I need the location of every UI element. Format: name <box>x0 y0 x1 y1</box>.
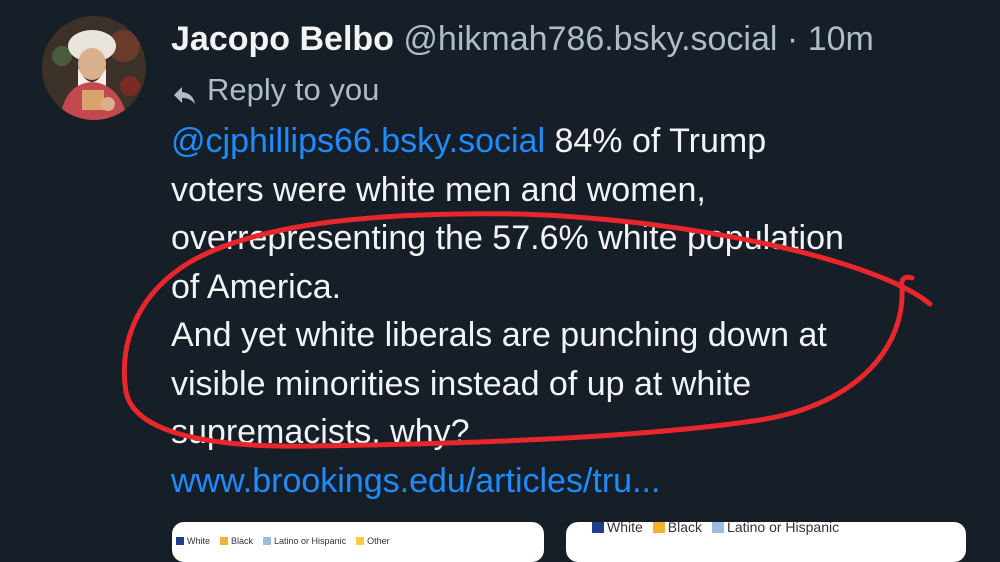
legend-swatch <box>592 522 604 533</box>
post-timestamp[interactable]: 10m <box>808 20 874 58</box>
avatar-portrait <box>42 16 146 120</box>
reply-arrow-icon <box>171 78 199 104</box>
reply-label: Reply to you <box>207 72 380 107</box>
post[interactable]: Jacopo Belbo @hikmah786.bsky.social · 10… <box>0 0 1000 562</box>
legend-label: Black <box>231 536 254 546</box>
legend-label: Latino or Hispanic <box>727 522 840 535</box>
mention-link[interactable]: @cjphillips66.bsky.social <box>171 122 545 160</box>
post-text-line-3: overrepresenting the 57.6% white populat… <box>171 219 844 257</box>
legend-label: Black <box>667 522 703 535</box>
legend-swatch <box>652 522 665 533</box>
embed-image-right[interactable]: White Black Latino or Hispanic <box>566 522 966 562</box>
legend-swatch <box>220 537 229 545</box>
post-text-line-6: visible minorities instead of up at whit… <box>171 364 752 403</box>
author-name[interactable]: Jacopo Belbo <box>171 20 394 58</box>
post-text-line-1: @cjphillips66.bsky.social 84% of Trump <box>171 117 971 166</box>
legend-swatch <box>176 537 184 545</box>
author-handle[interactable]: @hikmah786.bsky.social <box>403 20 777 58</box>
legend-label: White <box>187 536 211 546</box>
post-text-line-4: of America. <box>171 267 342 306</box>
post-text-line-2: voters were white men and women, <box>171 170 706 209</box>
reply-context[interactable]: Reply to you <box>171 70 379 110</box>
legend-swatch <box>356 537 365 545</box>
external-link[interactable]: www.brookings.edu/articles/tru... <box>171 457 971 506</box>
legend-swatch <box>712 522 725 533</box>
post-text-line-7: supremacists, why? <box>171 413 470 451</box>
chart-legend: White Black Latino or Hispanic Other <box>176 536 400 546</box>
post-text: @cjphillips66.bsky.social 84% of Trump v… <box>171 117 971 505</box>
post-header: Jacopo Belbo @hikmah786.bsky.social · 10… <box>171 16 874 62</box>
legend-label: White <box>607 522 643 535</box>
post-text-line-5: And yet white liberals are punching down… <box>171 316 827 354</box>
legend-label: Latino or Hispanic <box>274 536 347 546</box>
header-separator: · <box>786 20 799 58</box>
chart-legend: White Black Latino or Hispanic <box>592 522 849 535</box>
legend-label: Other <box>367 536 390 546</box>
post-text-segment: 84% of Trump <box>545 122 767 160</box>
embed-image-left[interactable]: White Black Latino or Hispanic Other <box>172 522 544 562</box>
author-avatar[interactable] <box>42 16 146 120</box>
legend-swatch <box>263 537 272 545</box>
